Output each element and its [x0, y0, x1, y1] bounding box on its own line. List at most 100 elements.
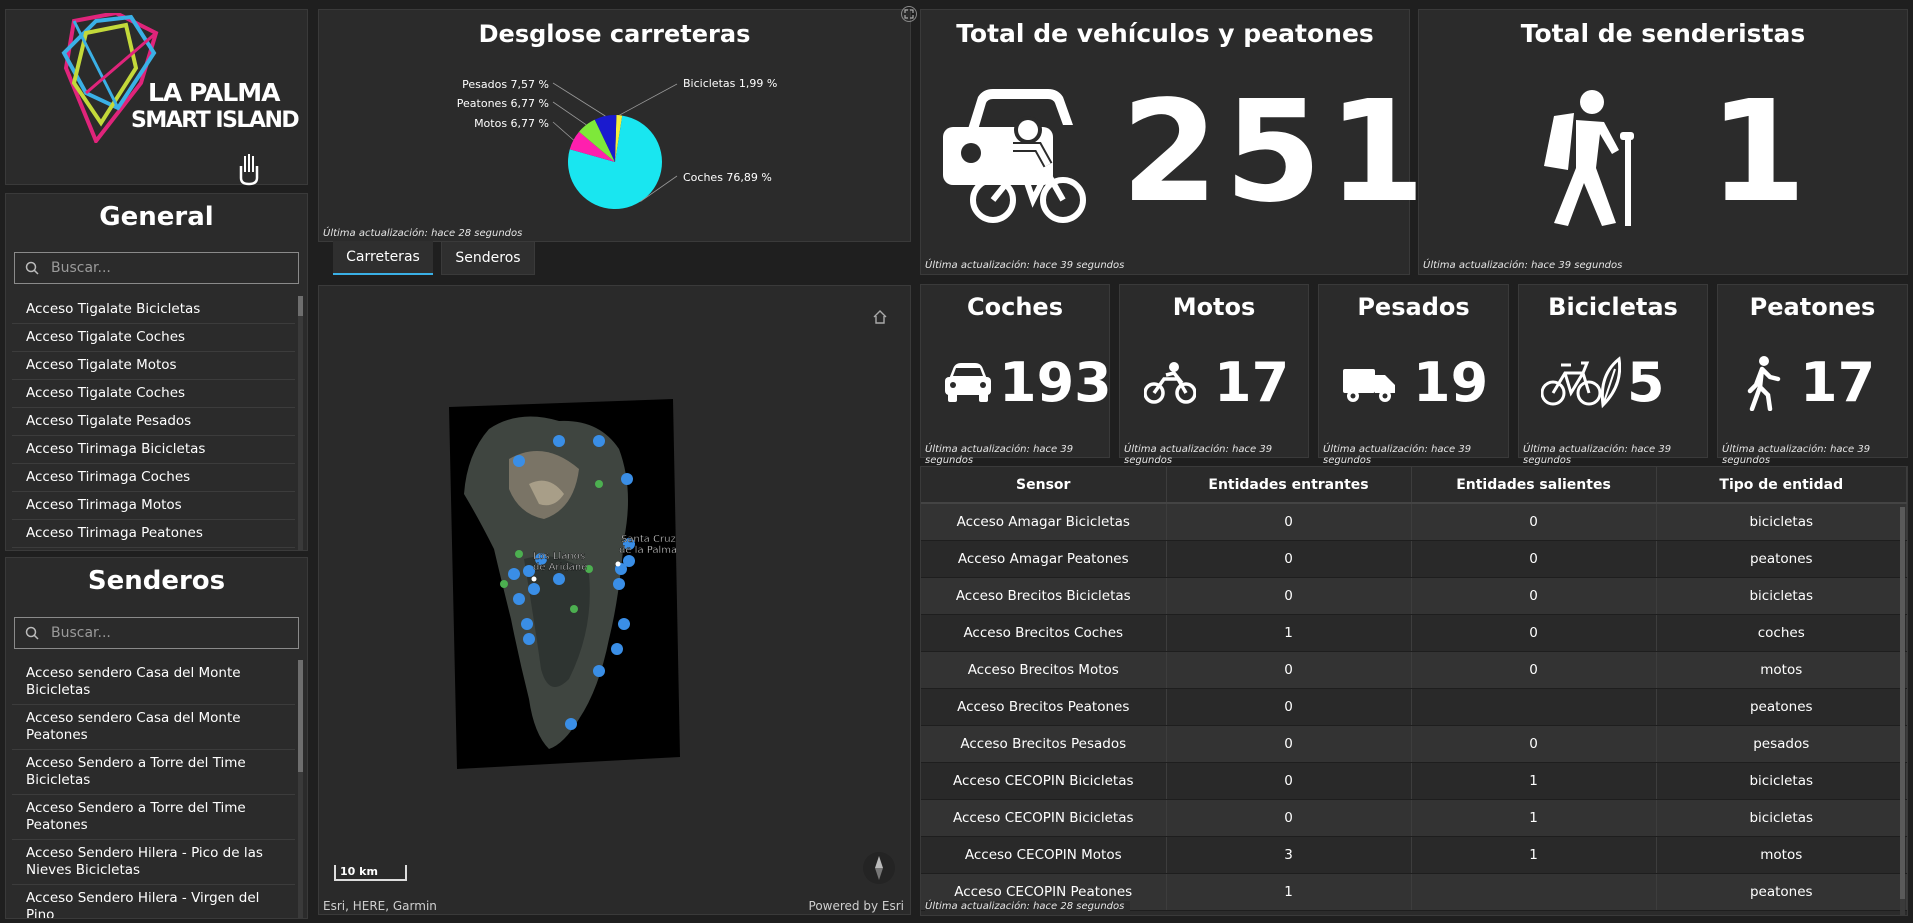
cell-entrantes: 1 [1166, 614, 1412, 652]
cell-tipo: bicicletas [1656, 577, 1907, 615]
cell-entrantes: 0 [1166, 540, 1412, 578]
cell-entrantes: 0 [1166, 651, 1412, 689]
senderos-panel: Senderos Buscar... Acceso sendero Casa d… [5, 557, 308, 919]
table-scrollbar-thumb[interactable] [1900, 507, 1905, 899]
cell-salientes: 0 [1411, 577, 1657, 615]
senderos-list: Acceso sendero Casa del Monte Bicicletas… [12, 660, 295, 918]
list-item[interactable]: Acceso Tirimaga Coches [12, 464, 295, 492]
cell-tipo: peatones [1656, 873, 1907, 911]
cell-salientes [1411, 873, 1657, 911]
sensor-table-panel: Sensor Entidades entrantes Entidades sal… [920, 466, 1908, 916]
table-row[interactable]: Acceso Brecitos Peatones 0 peatones [921, 688, 1907, 726]
kpi-bicicletas-value: 5 [1627, 351, 1665, 414]
list-item[interactable]: Acceso Tigalate Coches [12, 324, 295, 352]
list-item[interactable]: Acceso Tigalate Pesados [12, 408, 295, 436]
kpi-bicicletas-title: Bicicletas [1548, 293, 1678, 321]
column-header-sensor[interactable]: Sensor [921, 467, 1167, 504]
general-scrollbar-thumb[interactable] [298, 296, 303, 316]
senderos-title: Senderos [87, 566, 226, 596]
kpi-coches-title: Coches [967, 293, 1063, 321]
cell-entrantes: 0 [1166, 688, 1412, 726]
kpi-motos-footnote: Última actualización: hace 39 segundos [1124, 444, 1273, 466]
table-header-row: Sensor Entidades entrantes Entidades sal… [921, 467, 1907, 504]
pedestrian-icon [1747, 356, 1781, 411]
pie-footnote: Última actualización: hace 28 segundos [323, 228, 523, 239]
search-icon [25, 261, 39, 275]
kpi-motos-panel: Motos 17 Última actualización: hace 39 s… [1119, 284, 1309, 466]
list-item[interactable]: Acceso Tirimaga Motos [12, 492, 295, 520]
general-title: General [99, 202, 214, 232]
column-header-tipo[interactable]: Tipo de entidad [1656, 467, 1907, 504]
home-icon[interactable] [871, 308, 889, 326]
cell-salientes: 0 [1411, 725, 1657, 763]
table-row[interactable]: Acceso Amagar Bicicletas 0 0 bicicletas [921, 503, 1907, 541]
hiker-icon [1544, 90, 1634, 226]
kpi-peatones-footnote: Última actualización: hace 39 segundos [1722, 444, 1871, 466]
tab-carreteras[interactable]: Carreteras [333, 241, 433, 275]
list-item[interactable]: Acceso Tirimaga Bicicletas [12, 436, 295, 464]
cell-tipo: pesados [1656, 725, 1907, 763]
total-hikers-footnote: Última actualización: hace 39 segundos [1423, 260, 1623, 271]
table-row[interactable]: Acceso Brecitos Motos 0 0 motos [921, 651, 1907, 689]
table-row[interactable]: Acceso Brecitos Bicicletas 0 0 bicicletas [921, 577, 1907, 615]
cell-tipo: bicicletas [1656, 762, 1907, 800]
motorbike-icon [1144, 362, 1196, 404]
cell-entrantes: 0 [1166, 762, 1412, 800]
bicycle-icon [1541, 356, 1621, 409]
general-scrollbar-track[interactable] [298, 296, 303, 550]
cell-salientes: 0 [1411, 651, 1657, 689]
total-hikers-panel: Total de senderistas 1 Última actualizac… [1418, 9, 1908, 275]
cell-sensor: Acceso CECOPIN Bicicletas [921, 762, 1167, 800]
kpi-coches-panel: Coches 193 Última actualización: hace 39… [920, 284, 1112, 466]
total-vehicles-footnote: Última actualización: hace 39 segundos [925, 260, 1125, 271]
list-item[interactable]: Acceso Tigalate Motos [12, 352, 295, 380]
map-label-llanos-1: Los Llanos [533, 551, 585, 562]
kpi-bicicletas-panel: Bicicletas 5 Última actualización: hace … [1518, 284, 1708, 466]
cell-entrantes: 0 [1166, 503, 1412, 541]
list-item[interactable]: Acceso sendero Casa del Monte Bicicletas [12, 660, 295, 705]
list-item[interactable]: Acceso Sendero a Torre del Time Peatones [12, 795, 295, 840]
map-attribution[interactable]: Esri, HERE, Garmin [323, 899, 437, 913]
kpi-peatones-title: Peatones [1749, 293, 1876, 321]
table-row[interactable]: Acceso CECOPIN Bicicletas 0 1 bicicletas [921, 799, 1907, 837]
list-item[interactable]: Acceso Tirimaga Peatones [12, 520, 295, 548]
column-header-entrantes[interactable]: Entidades entrantes [1166, 467, 1412, 504]
table-row[interactable]: Acceso Brecitos Pesados 0 0 pesados [921, 725, 1907, 763]
logo-line2: SMART ISLAND [131, 108, 300, 133]
cell-entrantes: 0 [1166, 725, 1412, 763]
cell-sensor: Acceso Brecitos Bicicletas [921, 577, 1167, 615]
cell-salientes: 0 [1411, 503, 1657, 541]
total-vehicles-panel: Total de vehículos y peatones 251 Última… [920, 9, 1425, 275]
total-vehicles-title: Total de vehículos y peatones [956, 19, 1374, 48]
table-row[interactable]: Acceso CECOPIN Bicicletas 0 1 bicicletas [921, 762, 1907, 800]
list-item[interactable]: Acceso Tigalate Coches [12, 380, 295, 408]
kpi-pesados-footnote: Última actualización: hace 39 segundos [1323, 444, 1472, 466]
fullscreen-icon[interactable] [901, 6, 917, 22]
map-powered[interactable]: Powered by Esri [809, 899, 904, 913]
total-hikers-title: Total de senderistas [1520, 19, 1806, 48]
cell-tipo: motos [1656, 836, 1907, 874]
pie-leader-line [619, 83, 678, 116]
tab-senderos[interactable]: Senderos [441, 241, 535, 275]
list-item[interactable]: Acceso Sendero Hilera - Virgen del Pino [12, 885, 295, 918]
general-panel: General Buscar... Acceso Tigalate Bicicl… [5, 193, 308, 551]
table-row[interactable]: Acceso Amagar Peatones 0 0 peatones [921, 540, 1907, 578]
map-panel[interactable]: Los Llanos de Aridane Santa Cruz de la P… [318, 285, 911, 915]
cell-sensor: Acceso Brecitos Coches [921, 614, 1167, 652]
cell-sensor: Acceso CECOPIN Motos [921, 836, 1167, 874]
senderos-scrollbar-thumb[interactable] [298, 660, 303, 772]
senderos-search-input[interactable]: Buscar... [14, 617, 299, 649]
cell-salientes: 1 [1411, 836, 1657, 874]
island-map[interactable]: Los Llanos de Aridane Santa Cruz de la P… [449, 399, 689, 769]
table-row[interactable]: Acceso CECOPIN Motos 3 1 motos [921, 836, 1907, 874]
table-row[interactable]: Acceso Brecitos Coches 1 0 coches [921, 614, 1907, 652]
column-header-salientes[interactable]: Entidades salientes [1411, 467, 1657, 504]
list-item[interactable]: Acceso Tigalate Bicicletas [12, 296, 295, 324]
compass-icon[interactable] [862, 851, 896, 885]
list-item[interactable]: Acceso Sendero Hilera - Pico de las Niev… [12, 840, 295, 885]
cell-tipo: bicicletas [1656, 799, 1907, 837]
list-item[interactable]: Acceso Sendero a Torre del Time Biciclet… [12, 750, 295, 795]
general-search-input[interactable]: Buscar... [14, 252, 299, 284]
map-label-santa-2: de la Palma [619, 545, 677, 556]
list-item[interactable]: Acceso sendero Casa del Monte Peatones [12, 705, 295, 750]
